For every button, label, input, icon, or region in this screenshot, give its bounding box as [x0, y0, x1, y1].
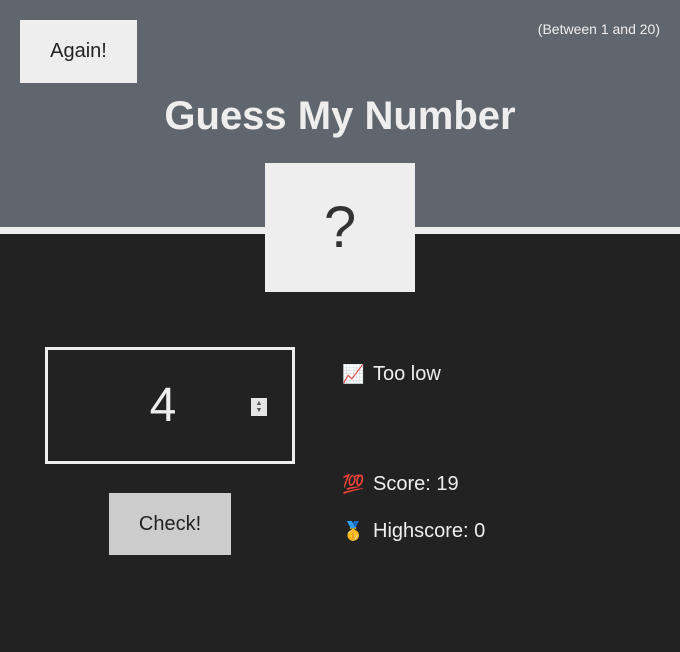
- highscore-label: Highscore:: [373, 520, 469, 542]
- score-label: Score:: [373, 473, 431, 495]
- secret-number-box: ?: [265, 163, 415, 292]
- gold-medal-icon: 🥇: [342, 521, 365, 541]
- page-title: Guess My Number: [164, 94, 516, 138]
- hundred-points-icon: 💯: [342, 474, 365, 494]
- secret-number: ?: [323, 195, 357, 260]
- chart-increasing-icon: 📈: [342, 364, 365, 384]
- spinner-down-icon[interactable]: ▼: [256, 407, 263, 414]
- guess-input[interactable]: 4 ▲ ▼: [45, 347, 295, 464]
- spinner-up-icon[interactable]: ▲: [256, 400, 263, 407]
- message-text: Too low: [373, 363, 441, 385]
- guess-value: 4: [149, 379, 177, 432]
- guess-message: 📈 Too low: [342, 363, 441, 386]
- check-button[interactable]: Check!: [109, 493, 231, 555]
- again-button[interactable]: Again!: [20, 20, 137, 83]
- highscore-value: 0: [474, 520, 486, 542]
- highscore-line: 🥇 Highscore: 0: [342, 520, 485, 543]
- range-hint: (Between 1 and 20): [537, 21, 660, 37]
- number-spinner[interactable]: ▲ ▼: [251, 398, 267, 416]
- score-value: 19: [436, 473, 459, 495]
- score-line: 💯 Score: 19: [342, 473, 459, 496]
